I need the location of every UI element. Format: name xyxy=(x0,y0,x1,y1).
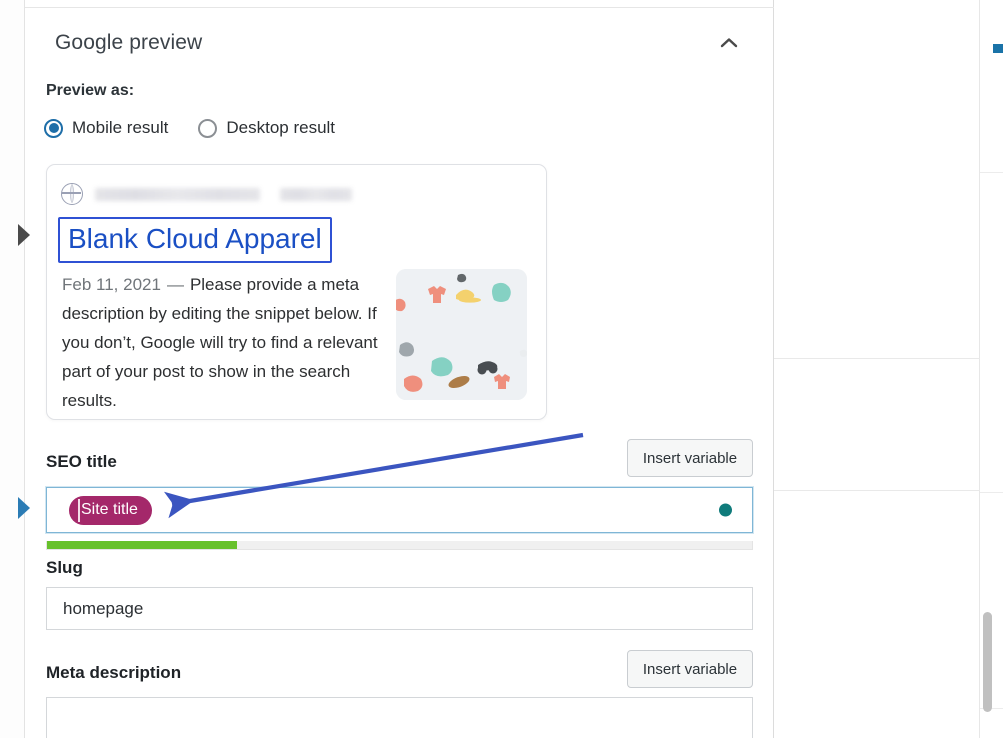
text-caret xyxy=(78,499,80,522)
section-header[interactable]: Google preview xyxy=(25,8,774,78)
result-date: Feb 11, 2021 xyxy=(62,275,161,294)
radio-selected-icon xyxy=(44,119,63,138)
slug-label: Slug xyxy=(46,558,83,578)
accent-tab-indicator xyxy=(993,44,1003,53)
radio-label-mobile: Mobile result xyxy=(72,118,168,138)
insert-variable-button-seo-title[interactable]: Insert variable xyxy=(627,439,753,477)
slug-input[interactable]: homepage xyxy=(46,587,753,630)
slug-value: homepage xyxy=(63,599,143,619)
chevron-up-icon[interactable] xyxy=(712,26,746,60)
result-description: Feb 11, 2021 —Please provide a meta descr… xyxy=(62,270,392,415)
seo-title-input[interactable]: Site title xyxy=(46,487,753,533)
left-gutter xyxy=(0,0,25,738)
globe-icon xyxy=(61,183,83,205)
insert-variable-button-meta-description[interactable]: Insert variable xyxy=(627,650,753,688)
blurred-url xyxy=(95,188,352,201)
screen-root: Google preview Preview as: Mobile result… xyxy=(0,0,1003,738)
page-title: Google preview xyxy=(55,31,202,55)
seo-title-label: SEO title xyxy=(46,452,117,472)
result-description-text: Please provide a meta description by edi… xyxy=(62,275,378,410)
variable-pill-label: Site title xyxy=(81,501,138,519)
meta-description-label: Meta description xyxy=(46,663,181,683)
radio-desktop-result[interactable]: Desktop result xyxy=(194,116,339,140)
preview-as-label: Preview as: xyxy=(46,82,134,100)
preview-as-radio-group[interactable]: Mobile result Desktop result xyxy=(40,116,339,140)
radio-mobile-result[interactable]: Mobile result xyxy=(40,116,172,140)
seo-title-progress-bar xyxy=(46,541,753,550)
meta-description-input[interactable] xyxy=(46,697,753,738)
result-thumbnail xyxy=(396,269,527,400)
result-url-row xyxy=(61,183,352,205)
right-side-panel xyxy=(774,0,980,738)
result-title-highlight[interactable]: Blank Cloud Apparel xyxy=(58,217,332,263)
gutter-marker-top-icon xyxy=(18,224,30,246)
status-badge xyxy=(719,504,732,517)
result-date-separator: — xyxy=(167,275,184,294)
result-title: Blank Cloud Apparel xyxy=(68,221,322,257)
radio-unselected-icon xyxy=(198,119,217,138)
radio-label-desktop: Desktop result xyxy=(226,118,335,138)
scrollbar-thumb[interactable] xyxy=(983,612,992,712)
seo-title-progress-fill xyxy=(47,541,237,549)
gutter-marker-bottom-icon xyxy=(18,497,30,519)
google-preview-card: Blank Cloud Apparel Feb 11, 2021 —Please … xyxy=(46,164,547,420)
seo-title-variable-pill[interactable]: Site title xyxy=(69,496,152,525)
